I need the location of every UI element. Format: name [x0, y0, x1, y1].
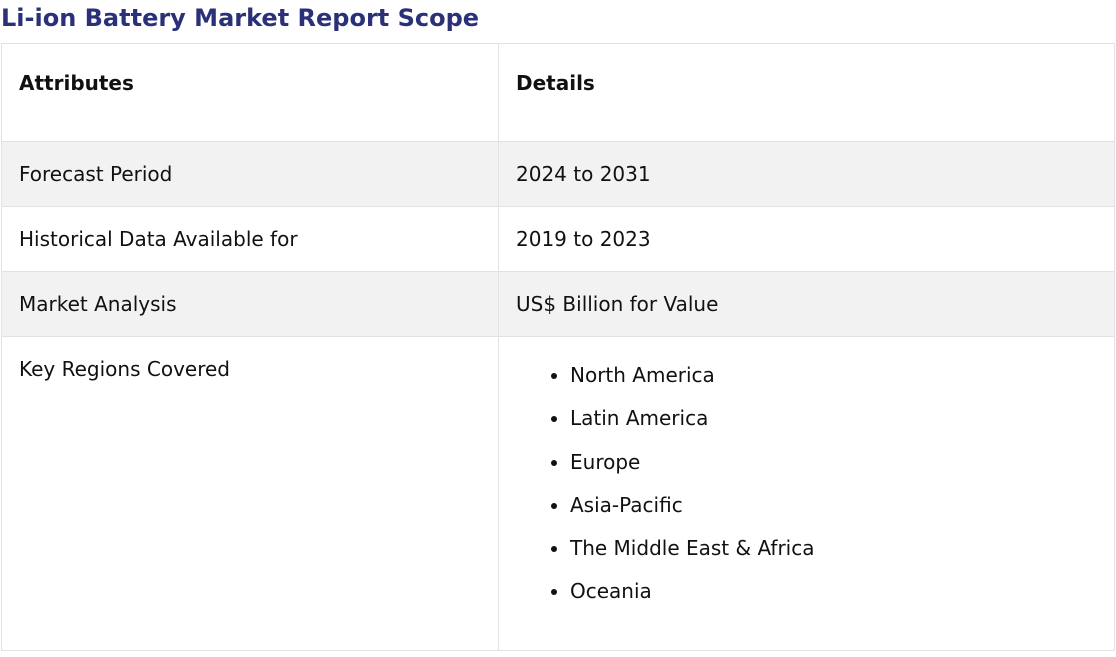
header-details: Details [498, 43, 1115, 142]
list-item: Asia-Pacific [570, 493, 1114, 536]
attribute-cell: Forecast Period [1, 141, 499, 207]
table-header-row: Attributes Details [1, 43, 1115, 142]
attribute-cell: Market Analysis [1, 271, 499, 337]
list-item: North America [570, 363, 1114, 406]
detail-cell: 2024 to 2031 [498, 141, 1115, 207]
attribute-cell: Historical Data Available for [1, 206, 499, 272]
regions-cell: North America Latin America Europe Asia-… [498, 336, 1115, 651]
table-row-regions: Key Regions Covered North America Latin … [1, 336, 1115, 651]
list-item: Latin America [570, 406, 1114, 449]
region-list: North America Latin America Europe Asia-… [516, 363, 1114, 623]
report-scope-table: Attributes Details Forecast Period 2024 … [1, 43, 1115, 651]
table-row: Forecast Period 2024 to 2031 [1, 141, 1115, 207]
header-attributes: Attributes [1, 43, 499, 142]
attribute-cell: Key Regions Covered [1, 336, 499, 651]
page-title: Li-ion Battery Market Report Scope [1, 4, 480, 32]
page: Li-ion Battery Market Report Scope Attri… [0, 0, 1116, 657]
detail-cell: 2019 to 2023 [498, 206, 1115, 272]
table-row: Historical Data Available for 2019 to 20… [1, 206, 1115, 272]
list-item: The Middle East & Africa [570, 536, 1114, 579]
list-item: Europe [570, 450, 1114, 493]
list-item: Oceania [570, 579, 1114, 622]
table-row: Market Analysis US$ Billion for Value [1, 271, 1115, 337]
detail-cell: US$ Billion for Value [498, 271, 1115, 337]
